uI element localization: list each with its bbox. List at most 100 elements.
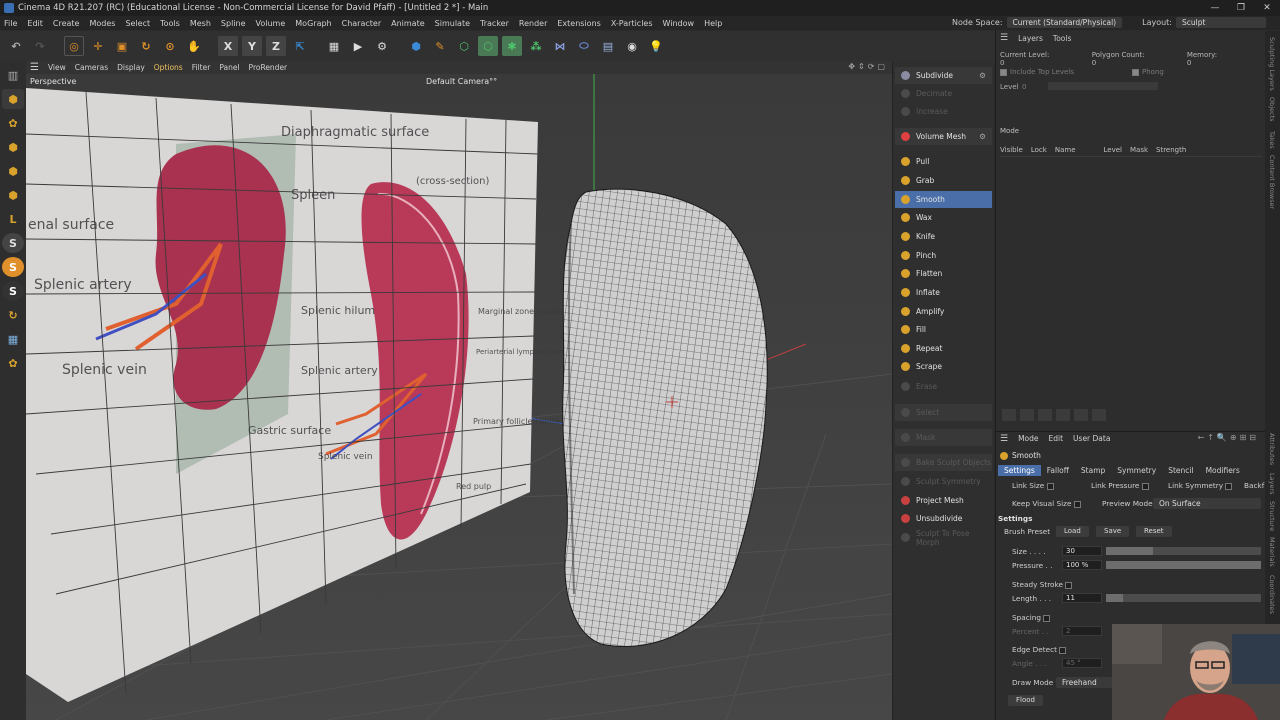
grid-icon[interactable]: ▦ — [2, 329, 24, 349]
side-tab-attributes[interactable]: Attributes — [1268, 433, 1276, 465]
backface-label[interactable]: Backf — [1244, 481, 1264, 490]
settings-gear-icon[interactable]: ⚙ — [979, 132, 986, 141]
side-tab-layers[interactable]: Layers — [1268, 473, 1276, 495]
menu-simulate[interactable]: Simulate — [435, 19, 470, 28]
reset-preset-button[interactable]: Reset — [1136, 526, 1172, 537]
camera-icon[interactable]: ◉ — [622, 36, 642, 56]
link-size-checkbox[interactable] — [1046, 482, 1054, 490]
tab-attr-modifiers[interactable]: Modifiers — [1200, 465, 1246, 476]
light-icon[interactable]: 💡 — [646, 36, 666, 56]
render-settings-icon[interactable]: ⚙ — [372, 36, 392, 56]
menu-character[interactable]: Character — [342, 19, 382, 28]
lock-workplane-icon[interactable]: ✿ — [2, 353, 24, 373]
tab-attr-symmetry[interactable]: Symmetry — [1111, 465, 1162, 476]
snap-icon[interactable]: S — [2, 233, 24, 253]
enable-snap-icon[interactable]: S — [2, 257, 24, 277]
menu-edit[interactable]: Edit — [27, 19, 43, 28]
menu-help[interactable]: Help — [704, 19, 722, 28]
delete-layer-icon[interactable] — [1092, 409, 1106, 421]
viewport-menu-cameras[interactable]: Cameras — [75, 63, 108, 72]
project-mesh-button[interactable]: Project Mesh — [895, 492, 992, 509]
menu-mograph[interactable]: MoGraph — [295, 19, 331, 28]
viewport[interactable]: Diaphragmatic surface Spleen (cross-sect… — [26, 74, 892, 720]
side-tab-takes[interactable]: Takes — [1268, 131, 1276, 149]
decimate-button[interactable]: Decimate — [895, 85, 992, 102]
side-tab-sculpting-layers[interactable]: Sculpting Layers — [1268, 37, 1276, 91]
live-selection-icon[interactable]: ◎ — [64, 36, 84, 56]
make-editable-icon[interactable]: ▥ — [2, 65, 24, 85]
mode-label[interactable]: Mode — [1000, 127, 1019, 135]
brush-grab[interactable]: Grab — [895, 172, 992, 189]
pen-icon[interactable]: ✎ — [430, 36, 450, 56]
steady-stroke-checkbox[interactable] — [1065, 581, 1073, 589]
edge-detect-row[interactable]: Edge Detect — [1012, 645, 1069, 654]
length-slider[interactable] — [1106, 594, 1261, 602]
side-tab-materials[interactable]: Materials — [1268, 537, 1276, 567]
menu-mesh[interactable]: Mesh — [190, 19, 211, 28]
tab-attr-settings[interactable]: Settings — [998, 465, 1041, 476]
col-name[interactable]: Name — [1055, 146, 1076, 154]
x-axis-lock-icon[interactable]: X — [218, 36, 238, 56]
snap-settings-icon[interactable]: S — [2, 281, 24, 301]
menu-spline[interactable]: Spline — [221, 19, 246, 28]
length-field[interactable]: 11 — [1062, 593, 1102, 603]
edges-mode-icon[interactable]: ⬢ — [2, 161, 24, 181]
draw-mode-dropdown[interactable]: Freehand — [1056, 677, 1116, 688]
tab-attr-stencil[interactable]: Stencil — [1162, 465, 1199, 476]
brush-smooth[interactable]: Smooth — [895, 191, 992, 208]
side-tab-content-browser[interactable]: Content Browser — [1268, 155, 1276, 209]
phong-row[interactable]: Phong — [1132, 68, 1164, 76]
deformer-icon[interactable]: ⋈ — [550, 36, 570, 56]
tab-attr-falloff[interactable]: Falloff — [1041, 465, 1075, 476]
pressure-field[interactable]: 100 % — [1062, 560, 1102, 570]
menu-volume[interactable]: Volume — [256, 19, 286, 28]
save-preset-button[interactable]: Save — [1096, 526, 1130, 537]
size-field[interactable]: 30 — [1062, 546, 1102, 556]
viewport-menu-options[interactable]: Options — [154, 63, 183, 72]
merge-layer-icon[interactable] — [1074, 409, 1088, 421]
workplane-icon[interactable]: ↻ — [2, 305, 24, 325]
volume-builder-icon[interactable]: ✱ — [502, 36, 522, 56]
menu-render[interactable]: Render — [519, 19, 547, 28]
viewport-menu-prorender[interactable]: ProRender — [249, 63, 288, 72]
brush-wax[interactable]: Wax — [895, 209, 992, 226]
add-mask-icon[interactable] — [1038, 409, 1052, 421]
points-mode-icon[interactable]: ⬢ — [2, 137, 24, 157]
unsubdivide-button[interactable]: Unsubdivide — [895, 510, 992, 527]
viewport-menu-filter[interactable]: Filter — [192, 63, 211, 72]
edge-detect-checkbox[interactable] — [1059, 646, 1067, 654]
tab-attr-stamp[interactable]: Stamp — [1075, 465, 1111, 476]
brush-tool-icon[interactable]: ✋ — [184, 36, 204, 56]
menu-select[interactable]: Select — [125, 19, 150, 28]
recent-tools-icon[interactable]: ⊙ — [160, 36, 180, 56]
brush-inflate[interactable]: Inflate — [895, 284, 992, 301]
col-mask[interactable]: Mask — [1130, 146, 1148, 154]
brush-amplify[interactable]: Amplify — [895, 303, 992, 320]
brush-flatten[interactable]: Flatten — [895, 265, 992, 282]
panel-menu-icon[interactable]: ☰ — [1000, 33, 1008, 43]
array-icon[interactable]: ⬡ — [478, 36, 498, 56]
link-pressure-row[interactable]: Link Pressure — [1091, 481, 1152, 490]
brush-erase[interactable]: Erase — [895, 378, 992, 395]
col-level[interactable]: Level — [1104, 146, 1122, 154]
angle-field[interactable]: 45 ° — [1062, 658, 1102, 668]
scale-icon[interactable]: ▣ — [112, 36, 132, 56]
attr-nav-icons[interactable]: ←↑🔍⊕⊞⊟ — [1198, 433, 1259, 442]
menu-animate[interactable]: Animate — [391, 19, 425, 28]
viewport-menu-panel[interactable]: Panel — [219, 63, 239, 72]
link-pressure-checkbox[interactable] — [1141, 482, 1149, 490]
attr-menu-edit[interactable]: Edit — [1049, 434, 1064, 444]
mask-button[interactable]: Mask — [895, 429, 992, 446]
polygons-mode-icon[interactable]: ⬢ — [2, 185, 24, 205]
brush-repeat[interactable]: Repeat — [895, 340, 992, 357]
menu-modes[interactable]: Modes — [89, 19, 115, 28]
copy-layer-icon[interactable] — [1056, 409, 1070, 421]
move-icon[interactable]: ✛ — [88, 36, 108, 56]
add-layer-icon[interactable] — [1002, 409, 1016, 421]
pressure-slider[interactable] — [1106, 561, 1261, 569]
cube-icon[interactable]: ⬢ — [406, 36, 426, 56]
increase-button[interactable]: Increase — [895, 103, 992, 120]
layout-dropdown[interactable]: Sculpt — [1176, 17, 1266, 28]
side-tab-coordinates[interactable]: Coordinates — [1268, 575, 1276, 614]
y-axis-lock-icon[interactable]: Y — [242, 36, 262, 56]
